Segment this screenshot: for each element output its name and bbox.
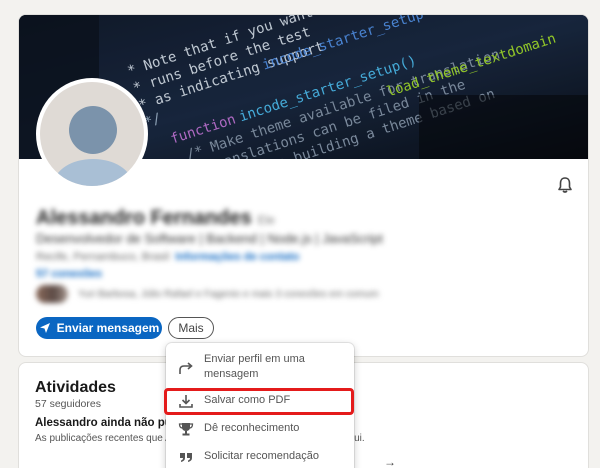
send-icon xyxy=(39,323,50,333)
send-message-button[interactable]: Enviar mensagem xyxy=(36,317,162,339)
menu-item-label: Dê reconhecimento xyxy=(204,422,300,434)
mutual-avatars xyxy=(36,285,68,303)
more-button[interactable]: Mais xyxy=(168,317,214,339)
contact-info-link[interactable]: Informações de contato xyxy=(175,251,299,263)
avatar[interactable] xyxy=(36,78,148,190)
followers-count: 57 seguidores xyxy=(35,398,101,410)
send-message-label: Enviar mensagem xyxy=(56,321,160,335)
menu-item-label: Enviar perfil em uma mensagem xyxy=(204,353,305,380)
connections-count-link[interactable]: 57 conexões xyxy=(36,268,102,280)
profile-headline: Desenvolvedor de Software | Backend | No… xyxy=(36,231,383,246)
menu-item-give-recognition[interactable]: Dê reconhecimento xyxy=(166,421,354,437)
profile-location: Recife, Pernambuco, Brasil Informações de… xyxy=(36,251,299,263)
default-avatar-icon xyxy=(40,82,144,186)
arrow-right-icon[interactable]: → xyxy=(384,455,396,468)
share-arrow-icon xyxy=(179,362,193,374)
location-text: Recife, Pernambuco, Brasil xyxy=(36,251,170,263)
profile-pronoun: Ele xyxy=(257,213,275,227)
profile-name: Alessandro Fernandes Ele xyxy=(36,207,275,230)
trophy-icon xyxy=(178,423,194,436)
save-pdf-highlight-box xyxy=(164,388,354,415)
quote-icon xyxy=(180,453,192,462)
mutual-connections-text: Yuri Barbosa, Júlio Rafael e Fagenio e m… xyxy=(78,288,379,300)
profile-name-text: Alessandro Fernandes xyxy=(36,207,252,229)
menu-item-request-recommendation[interactable]: Solicitar recomendação xyxy=(166,449,354,465)
activity-title: Atividades xyxy=(35,379,116,396)
menu-item-share-profile[interactable]: Enviar perfil em uma mensagem xyxy=(166,352,354,382)
profile-card: * Note that if you want the * runs befor… xyxy=(18,14,589,357)
bell-icon[interactable] xyxy=(555,175,575,195)
menu-item-label: Solicitar recomendação xyxy=(204,450,319,462)
mutual-connections[interactable]: Yuri Barbosa, Júlio Rafael e Fagenio e m… xyxy=(36,285,379,303)
